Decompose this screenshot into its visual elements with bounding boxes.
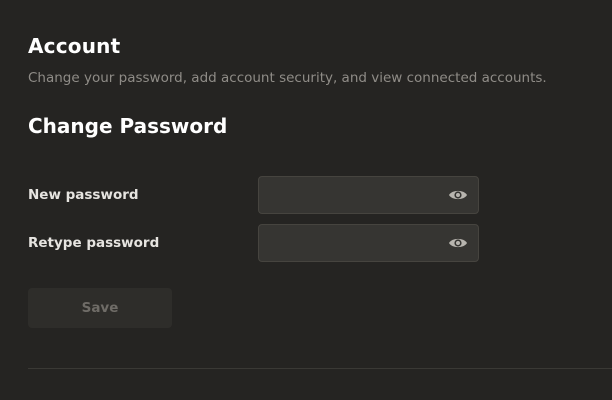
new-password-field <box>258 176 479 214</box>
eye-icon[interactable] <box>448 188 468 202</box>
retype-password-field <box>258 224 479 262</box>
change-password-title: Change Password <box>28 114 228 138</box>
new-password-label: New password <box>28 187 139 203</box>
eye-icon[interactable] <box>448 236 468 250</box>
account-description: Change your password, add account securi… <box>28 70 547 86</box>
account-settings-page: Account Change your password, add accoun… <box>0 0 612 400</box>
account-title: Account <box>28 34 121 58</box>
retype-password-label: Retype password <box>28 235 160 251</box>
section-divider <box>28 368 612 369</box>
retype-password-input[interactable] <box>259 225 459 261</box>
new-password-input[interactable] <box>259 177 459 213</box>
save-button[interactable]: Save <box>28 288 172 328</box>
